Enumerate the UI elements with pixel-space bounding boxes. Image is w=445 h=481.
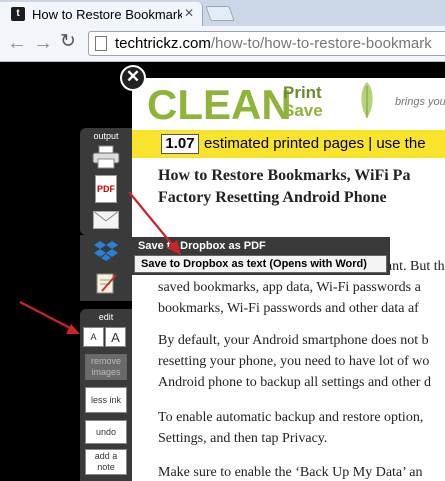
increase-font-button[interactable]: A [105,327,126,347]
tab-title: How to Restore Bookmarks, [32,7,182,22]
cleanprint-logo: CLEAN [147,81,292,128]
page-icon [95,36,107,51]
decrease-font-button[interactable]: A [83,327,104,347]
browser-tab[interactable]: t How to Restore Bookmarks, ✕ [0,2,203,26]
reload-icon[interactable]: ↻ [60,32,76,52]
paragraph: By default, your Android smartphone does… [158,333,431,390]
close-preview-button[interactable]: ✕ [120,65,146,91]
back-arrow-icon[interactable]: ← [7,33,27,53]
tagline: brings you [395,96,445,108]
logo-save-text: Save [283,101,323,120]
edit-label: edit [98,312,114,322]
logo-print-text: Print [283,83,322,102]
notes-icon[interactable] [94,271,118,295]
dropbox-icon[interactable] [93,240,119,262]
pdf-icon[interactable]: PDF [95,175,117,203]
cleanprint-header: CLEAN Print Save brings you [132,78,445,130]
tab-close-icon[interactable]: ✕ [184,6,194,20]
edit-panel: edit A A remove images less ink undo add… [80,309,132,481]
less-ink-button[interactable]: less ink [85,387,127,413]
estimate-text: estimated printed pages | use the [204,135,426,152]
leaf-icon [361,82,373,118]
undo-button[interactable]: undo [85,420,127,444]
remove-images-button[interactable]: remove images [85,354,127,380]
url-text[interactable]: techtrickz.com/how-to/how-to-restore-boo… [115,35,432,52]
estimate-bar: 1.07 estimated printed pages | use the [132,130,445,158]
address-bar[interactable]: techtrickz.com/how-to/how-to-restore-boo… [88,31,445,56]
annotation-arrow-icon [19,301,80,334]
paragraph: Make sure to enable the ‘Back Up My Data… [158,465,423,480]
article-title: How to Restore Bookmarks, WiFi Pa Factor… [158,167,411,206]
annotation-arrow-icon [128,191,181,255]
site-favicon-icon: t [11,7,25,21]
add-note-button[interactable]: add a note [85,449,127,475]
browser-toolbar: ← → ↻ techtrickz.com/how-to/how-to-resto… [0,26,445,62]
email-icon[interactable] [93,211,119,229]
printer-icon[interactable] [92,145,120,169]
forward-arrow-icon[interactable]: → [33,33,53,53]
new-tab-button[interactable] [205,6,235,21]
tab-strip: t How to Restore Bookmarks, ✕ [0,0,445,26]
output-label: output [93,131,119,141]
paragraph: To enable automatic backup and restore o… [158,410,424,446]
estimated-pages-count: 1.07 [161,134,199,154]
